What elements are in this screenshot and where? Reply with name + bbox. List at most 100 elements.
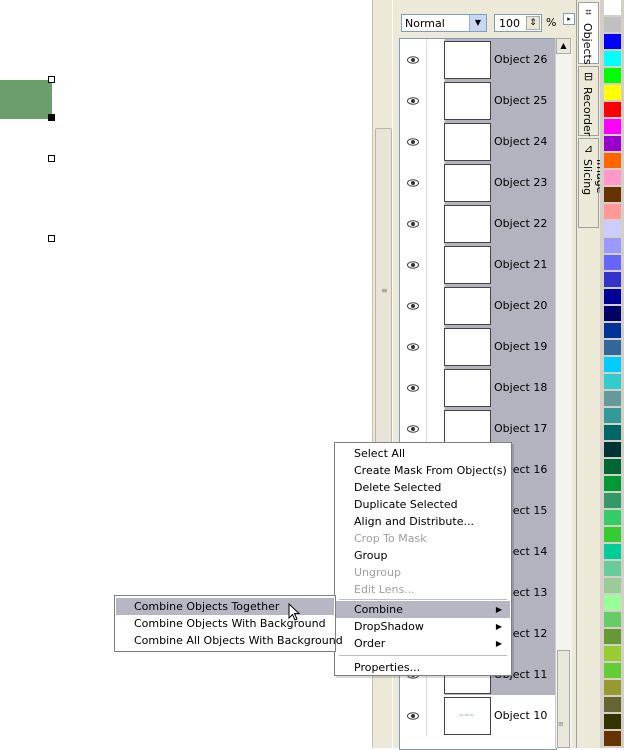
color-swatch[interactable] bbox=[604, 408, 621, 424]
menu-item-dropshadow[interactable]: DropShadow ▶ bbox=[336, 618, 510, 635]
color-swatch[interactable] bbox=[604, 425, 621, 441]
color-swatch[interactable] bbox=[604, 697, 621, 713]
menu-item-group[interactable]: Group bbox=[336, 547, 510, 564]
object-row[interactable]: Object 23 bbox=[400, 162, 556, 203]
selection-handle[interactable] bbox=[48, 155, 55, 162]
tab-recorder[interactable]: ⊟ Recorder bbox=[578, 66, 599, 136]
tab-image-slicing[interactable]: ⊿ Image Slicing bbox=[578, 138, 607, 228]
color-swatch[interactable] bbox=[604, 119, 621, 135]
color-swatch[interactable] bbox=[604, 17, 621, 33]
eye-icon[interactable] bbox=[400, 326, 427, 367]
object-row[interactable]: Object 26 bbox=[400, 39, 556, 80]
object-row[interactable]: Object 25 bbox=[400, 80, 556, 121]
chevron-up-icon[interactable]: ▲ bbox=[556, 38, 571, 54]
lock-toggle[interactable] bbox=[426, 695, 445, 736]
color-swatch[interactable] bbox=[604, 34, 621, 50]
menu-item-order[interactable]: Order ▶ bbox=[336, 635, 510, 652]
color-swatch[interactable] bbox=[604, 170, 621, 186]
color-swatch[interactable] bbox=[604, 340, 621, 356]
lock-toggle[interactable] bbox=[426, 39, 445, 80]
color-swatch[interactable] bbox=[604, 221, 621, 237]
canvas-green-shape[interactable] bbox=[0, 80, 52, 119]
color-swatch[interactable] bbox=[604, 646, 621, 662]
panel-options-icon[interactable]: ▸ bbox=[563, 13, 575, 25]
objects-list-scrollbar[interactable]: ▲ ≡ bbox=[555, 38, 572, 748]
eye-icon[interactable] bbox=[400, 695, 427, 736]
color-swatch[interactable] bbox=[604, 578, 621, 594]
object-row[interactable]: Object 19 bbox=[400, 326, 556, 367]
color-swatch[interactable] bbox=[604, 187, 621, 203]
object-row[interactable]: Object 21 bbox=[400, 244, 556, 285]
color-swatch[interactable] bbox=[604, 629, 621, 645]
object-row[interactable]: Object 24 bbox=[400, 121, 556, 162]
color-swatch[interactable] bbox=[604, 0, 621, 16]
color-swatch[interactable] bbox=[604, 510, 621, 526]
objects-scroll-thumb[interactable] bbox=[557, 650, 570, 748]
eye-icon[interactable] bbox=[400, 285, 427, 326]
object-row[interactable]: Object 20 bbox=[400, 285, 556, 326]
lock-toggle[interactable] bbox=[426, 203, 445, 244]
color-swatch[interactable] bbox=[604, 544, 621, 560]
color-swatch[interactable] bbox=[604, 442, 621, 458]
menu-item-combine[interactable]: Combine ▶ bbox=[336, 601, 510, 618]
object-row[interactable]: Object 22 bbox=[400, 203, 556, 244]
color-swatch[interactable] bbox=[604, 357, 621, 373]
menu-item-align-and-distribute[interactable]: Align and Distribute... bbox=[336, 513, 510, 530]
menu-item-duplicate-selected[interactable]: Duplicate Selected bbox=[336, 496, 510, 513]
color-swatch[interactable] bbox=[604, 68, 621, 84]
selection-handle[interactable] bbox=[48, 114, 55, 121]
color-swatch[interactable] bbox=[604, 153, 621, 169]
color-swatch[interactable] bbox=[604, 85, 621, 101]
color-swatch[interactable] bbox=[604, 255, 621, 271]
eye-icon[interactable] bbox=[400, 162, 427, 203]
lock-toggle[interactable] bbox=[426, 121, 445, 162]
selection-handle[interactable] bbox=[48, 235, 55, 242]
color-swatch[interactable] bbox=[604, 663, 621, 679]
color-swatch[interactable] bbox=[604, 323, 621, 339]
object-row[interactable]: ~~~ Object 10 bbox=[400, 695, 556, 736]
lock-toggle[interactable] bbox=[426, 80, 445, 121]
eye-icon[interactable] bbox=[400, 39, 427, 80]
tab-objects[interactable]: ⌗ Objects bbox=[578, 2, 599, 65]
color-swatch[interactable] bbox=[604, 289, 621, 305]
menu-item-delete-selected[interactable]: Delete Selected bbox=[336, 479, 510, 496]
color-swatch[interactable] bbox=[604, 306, 621, 322]
submenu-item-combine-all-objects-with-background[interactable]: Combine All Objects With Background bbox=[116, 632, 343, 649]
color-swatch[interactable] bbox=[604, 459, 621, 475]
canvas-scroll-thumb[interactable]: ≡ bbox=[375, 128, 392, 460]
color-swatch[interactable] bbox=[604, 204, 621, 220]
lock-toggle[interactable] bbox=[426, 244, 445, 285]
eye-icon[interactable] bbox=[400, 80, 427, 121]
chevron-down-icon[interactable]: ▼ bbox=[469, 15, 486, 31]
lock-toggle[interactable] bbox=[426, 326, 445, 367]
menu-item-properties[interactable]: Properties... bbox=[336, 659, 510, 676]
color-swatch[interactable] bbox=[604, 476, 621, 492]
menu-item-create-mask-from-object-s[interactable]: Create Mask From Object(s) bbox=[336, 462, 510, 479]
color-swatch[interactable] bbox=[604, 731, 621, 747]
color-swatch[interactable] bbox=[604, 102, 621, 118]
color-swatch[interactable] bbox=[604, 561, 621, 577]
selection-handle[interactable] bbox=[48, 76, 55, 83]
color-swatch[interactable] bbox=[604, 714, 621, 730]
color-swatch[interactable] bbox=[604, 391, 621, 407]
opacity-slider-icon[interactable]: ⇕ bbox=[526, 16, 540, 30]
color-swatch[interactable] bbox=[604, 238, 621, 254]
object-row[interactable]: Object 18 bbox=[400, 367, 556, 408]
eye-icon[interactable] bbox=[400, 367, 427, 408]
color-swatch[interactable] bbox=[604, 680, 621, 696]
blend-mode-select[interactable]: Normal ▼ bbox=[401, 14, 487, 32]
eye-icon[interactable] bbox=[400, 121, 427, 162]
color-swatch[interactable] bbox=[604, 595, 621, 611]
color-swatch[interactable] bbox=[604, 493, 621, 509]
color-swatch[interactable] bbox=[604, 527, 621, 543]
color-swatch[interactable] bbox=[604, 612, 621, 628]
color-swatch[interactable] bbox=[604, 136, 621, 152]
lock-toggle[interactable] bbox=[426, 162, 445, 203]
color-swatch[interactable] bbox=[604, 272, 621, 288]
eye-icon[interactable] bbox=[400, 244, 427, 285]
eye-icon[interactable] bbox=[400, 203, 427, 244]
opacity-field[interactable]: 100 ⇕ bbox=[494, 14, 542, 32]
menu-item-select-all[interactable]: Select All bbox=[336, 445, 510, 462]
lock-toggle[interactable] bbox=[426, 367, 445, 408]
color-swatch[interactable] bbox=[604, 374, 621, 390]
